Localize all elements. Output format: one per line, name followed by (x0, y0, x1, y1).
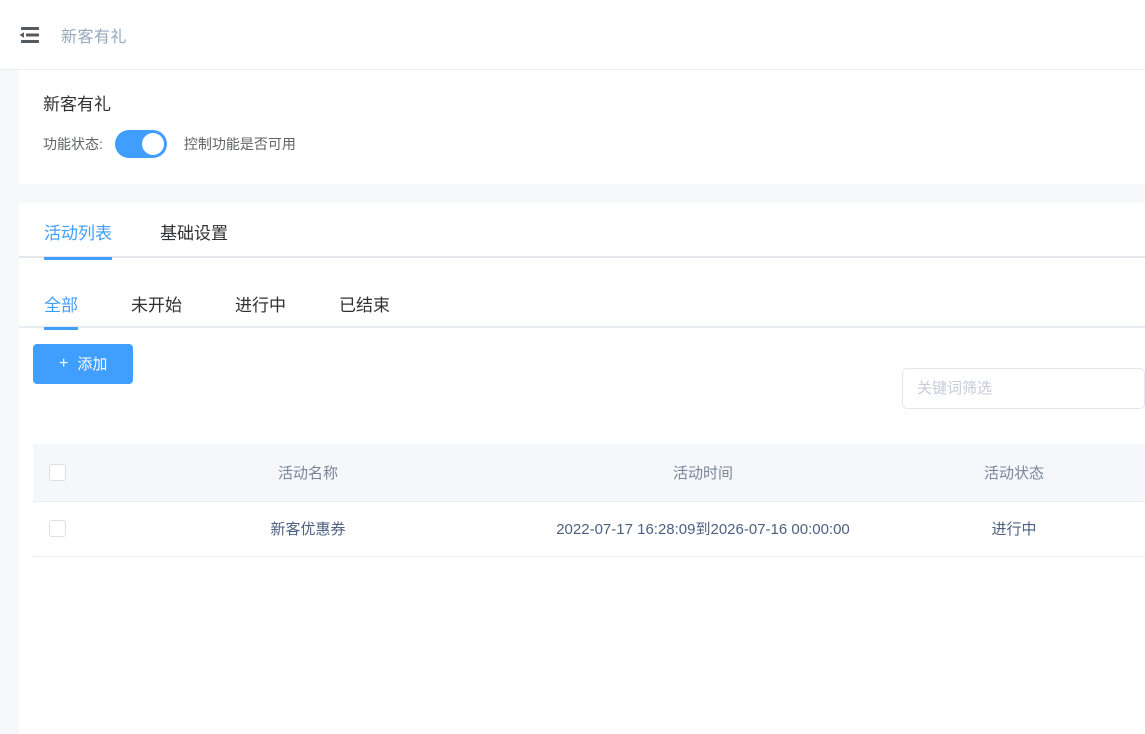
page-body: 新客有礼 功能状态: 控制功能是否可用 活动列表 基础设置 全部 未开始 进行中 (0, 70, 1145, 734)
table-head: 活动名称 活动时间 活动状态 (33, 444, 1145, 502)
add-button-label: 添加 (77, 355, 108, 373)
plus-icon: + (59, 355, 69, 372)
keyword-search-input[interactable] (902, 368, 1145, 409)
cell-activity-name: 新客优惠券 (93, 501, 523, 557)
table-header-row: 活动名称 活动时间 活动状态 (33, 444, 1145, 502)
activity-card: 活动列表 基础设置 全部 未开始 进行中 已结束 + 添加 关键词筛选 活动名称… (19, 203, 1145, 734)
add-button[interactable]: + 添加 (33, 344, 134, 384)
table-empty-space (19, 556, 1145, 734)
feature-status-row: 功能状态: 控制功能是否可用 (43, 130, 1145, 158)
cell-activity-status: 进行中 (883, 501, 1145, 557)
menu-fold-icon[interactable] (17, 22, 43, 48)
activity-table: 活动名称 活动时间 活动状态 新客优惠券 2022-07-17 16:28:09… (33, 444, 1145, 557)
keyword-search-box (902, 368, 1145, 409)
subtab-all[interactable]: 全部 (44, 296, 78, 330)
activity-table-wrap: 活动名称 活动时间 活动状态 新客优惠券 2022-07-17 16:28:09… (19, 444, 1145, 557)
page-title: 新客有礼 (61, 28, 128, 46)
table-toolbar: + 添加 (19, 328, 1145, 444)
feature-status-label: 功能状态: (43, 136, 103, 152)
content-column: 新客有礼 功能状态: 控制功能是否可用 活动列表 基础设置 全部 未开始 进行中 (19, 70, 1145, 734)
status-filter-tabs: 全部 未开始 进行中 已结束 (19, 258, 1145, 330)
table-row[interactable]: 新客优惠券 2022-07-17 16:28:09到2026-07-16 00:… (33, 501, 1145, 557)
left-rail (0, 70, 19, 734)
top-navbar: 新客有礼 (0, 0, 1145, 70)
feature-status-hint: 控制功能是否可用 (183, 136, 296, 152)
column-header-name: 活动名称 (93, 444, 523, 502)
select-all-cell (33, 444, 93, 502)
feature-status-card: 新客有礼 功能状态: 控制功能是否可用 (19, 70, 1145, 184)
subtab-ended[interactable]: 已结束 (339, 296, 390, 328)
column-header-status: 活动状态 (883, 444, 1145, 502)
row-select-cell (33, 501, 93, 557)
tab-basic-settings[interactable]: 基础设置 (160, 224, 228, 258)
subtab-in-progress[interactable]: 进行中 (235, 296, 286, 328)
cell-activity-time: 2022-07-17 16:28:09到2026-07-16 00:00:00 (523, 501, 883, 557)
row-checkbox[interactable] (49, 520, 66, 538)
tab-activity-list[interactable]: 活动列表 (44, 224, 112, 260)
card-gap (19, 184, 1145, 203)
feature-card-title: 新客有礼 (43, 95, 111, 114)
table-body: 新客优惠券 2022-07-17 16:28:09到2026-07-16 00:… (33, 501, 1145, 557)
column-header-time: 活动时间 (523, 444, 883, 502)
subtab-not-started[interactable]: 未开始 (131, 296, 182, 328)
feature-enable-toggle[interactable] (114, 130, 167, 158)
select-all-checkbox[interactable] (49, 464, 66, 482)
toggle-knob (141, 133, 164, 155)
primary-tabs: 活动列表 基础设置 (19, 203, 1145, 260)
